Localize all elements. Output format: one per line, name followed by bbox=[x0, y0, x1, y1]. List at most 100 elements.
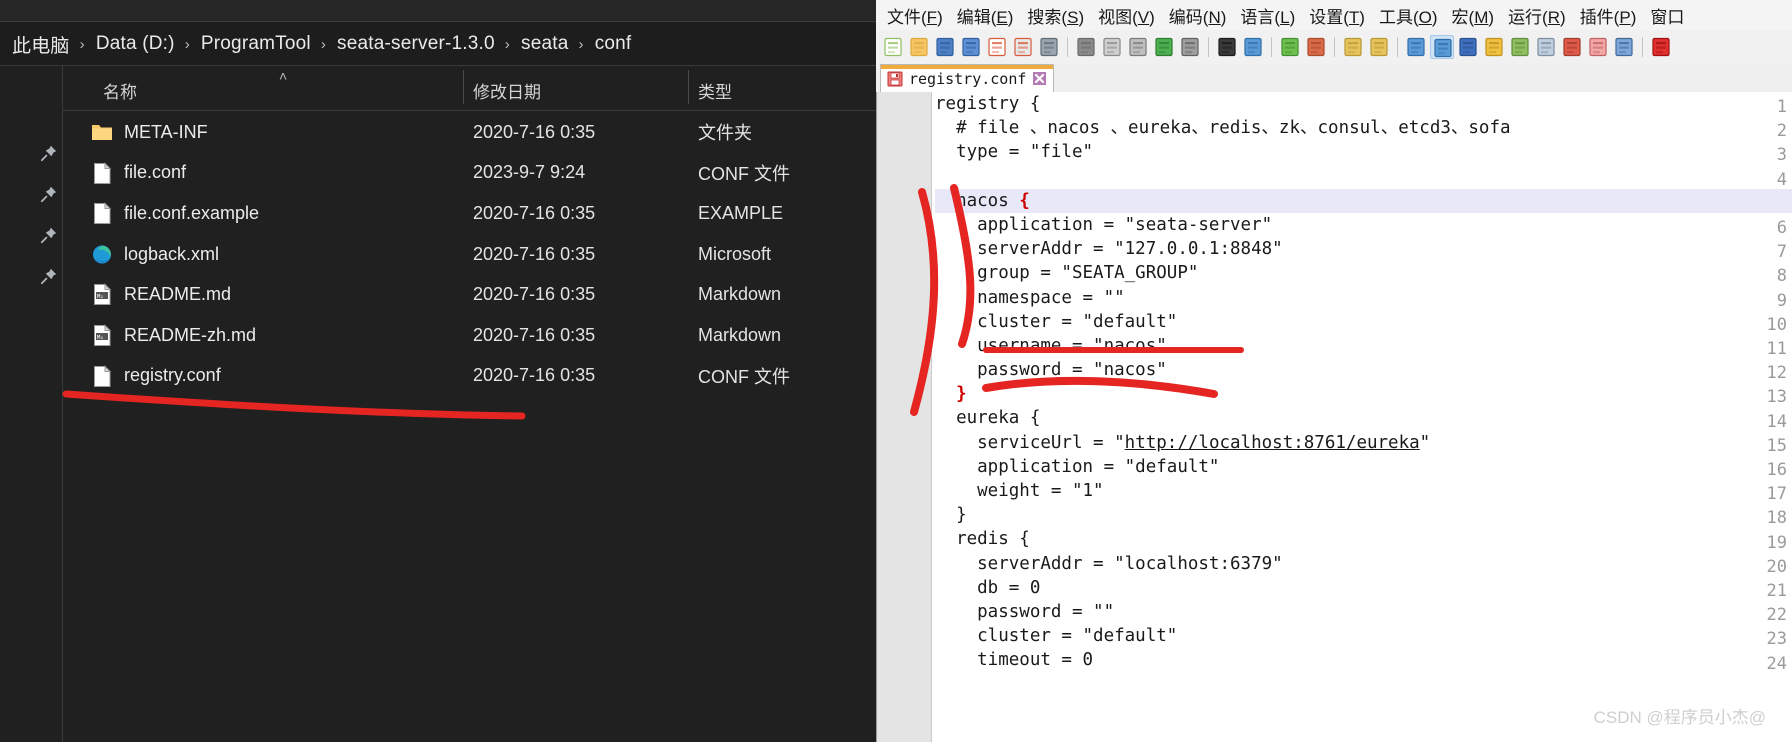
breadcrumb-item-0[interactable]: 此电脑 bbox=[8, 29, 74, 60]
column-header-name[interactable]: 名称 bbox=[103, 78, 137, 103]
pin-icon[interactable] bbox=[40, 267, 58, 285]
breadcrumb-item-3[interactable]: seata-server-1.3.0 bbox=[333, 31, 499, 57]
table-row[interactable]: registry.conf 2020-7-16 0:35 CONF 文件 bbox=[63, 356, 876, 397]
undo-icon[interactable] bbox=[1152, 35, 1176, 59]
menu-item-9[interactable]: 运行(R) bbox=[1501, 0, 1573, 31]
close-all-icon[interactable] bbox=[1011, 35, 1035, 59]
tab-registry-conf[interactable]: registry.conf bbox=[880, 64, 1055, 92]
pin-icon[interactable] bbox=[40, 144, 58, 162]
code-line[interactable]: type = "file" bbox=[935, 140, 1792, 164]
code-line[interactable]: registry { bbox=[935, 92, 1792, 116]
save-all-icon[interactable] bbox=[959, 35, 983, 59]
breadcrumb-item-4[interactable]: seata bbox=[517, 31, 572, 57]
code-line[interactable]: # file 、nacos 、eureka、redis、zk、consul、et… bbox=[935, 116, 1792, 140]
file-name[interactable]: README.md bbox=[124, 284, 231, 305]
code-line[interactable]: weight = "1" bbox=[935, 479, 1792, 503]
file-name[interactable]: registry.conf bbox=[124, 365, 221, 386]
monitor-icon[interactable] bbox=[1612, 35, 1636, 59]
code-line[interactable]: } bbox=[935, 503, 1792, 527]
menu-item-10[interactable]: 插件(P) bbox=[1573, 0, 1644, 31]
word-wrap-icon[interactable] bbox=[1404, 35, 1428, 59]
code-line[interactable]: password = "" bbox=[935, 600, 1792, 624]
code-line[interactable]: application = "seata-server" bbox=[935, 213, 1792, 237]
table-row[interactable]: file.conf.example 2020-7-16 0:35 EXAMPLE bbox=[63, 193, 876, 234]
pin-icon[interactable] bbox=[40, 226, 58, 244]
menu-bar[interactable]: 文件(F) 编辑(E) 搜索(S) 视图(V) 编码(N) 语言(L) 设置(T) 工具(O)… bbox=[876, 0, 1792, 30]
code-line[interactable]: db = 0 bbox=[935, 576, 1792, 600]
code-line[interactable]: password = "nacos" bbox=[935, 358, 1792, 382]
code-line[interactable]: username = "nacos" bbox=[935, 334, 1792, 358]
menu-item-11[interactable]: 窗口 bbox=[1643, 0, 1691, 31]
sync-vertical-icon[interactable] bbox=[1341, 35, 1365, 59]
table-row[interactable]: file.conf 2023-9-7 9:24 CONF 文件 bbox=[63, 153, 876, 194]
table-row[interactable]: META-INF 2020-7-16 0:35 文件夹 bbox=[63, 112, 876, 153]
code-line[interactable]: serverAddr = "localhost:6379" bbox=[935, 552, 1792, 576]
table-row[interactable]: logback.xml 2020-7-16 0:35 Microsoft bbox=[63, 234, 876, 275]
menu-item-3[interactable]: 视图(V) bbox=[1091, 0, 1162, 31]
file-name[interactable]: logback.xml bbox=[124, 244, 219, 265]
code-line[interactable] bbox=[935, 165, 1792, 189]
code-line[interactable]: namespace = "" bbox=[935, 286, 1792, 310]
file-name[interactable]: META-INF bbox=[124, 122, 208, 143]
paste-icon[interactable] bbox=[1126, 35, 1150, 59]
open-file-icon[interactable] bbox=[907, 35, 931, 59]
breadcrumb-item-2[interactable]: ProgramTool bbox=[197, 31, 315, 57]
save-icon[interactable] bbox=[933, 35, 957, 59]
breadcrumb[interactable]: 此电脑 › Data (D:) › ProgramTool › seata-server-1… bbox=[0, 29, 635, 60]
tab-bar[interactable]: registry.conf bbox=[876, 64, 1792, 93]
code-editor[interactable]: 123456789101112131415161718192021222324 … bbox=[876, 92, 1792, 742]
navigation-pane[interactable] bbox=[0, 66, 62, 742]
code-line[interactable]: redis { bbox=[935, 527, 1792, 551]
breadcrumb-item-1[interactable]: Data (D:) bbox=[92, 31, 179, 57]
document-map-icon[interactable] bbox=[1508, 35, 1532, 59]
table-row[interactable]: M↓ README.md 2020-7-16 0:35 Markdown bbox=[63, 274, 876, 315]
indent-guide-icon[interactable] bbox=[1456, 35, 1480, 59]
user-defined-language-icon[interactable] bbox=[1482, 35, 1506, 59]
column-divider-name-date[interactable] bbox=[463, 70, 464, 104]
file-name[interactable]: README-zh.md bbox=[124, 325, 256, 346]
menu-item-1[interactable]: 编辑(E) bbox=[950, 0, 1021, 31]
menu-item-5[interactable]: 语言(L) bbox=[1233, 0, 1302, 31]
code-text-area[interactable]: registry { # file 、nacos 、eureka、redis、z… bbox=[935, 92, 1792, 742]
pin-icon[interactable] bbox=[40, 185, 58, 203]
code-line[interactable]: } bbox=[935, 382, 1792, 406]
code-line[interactable]: eureka { bbox=[935, 406, 1792, 430]
sync-horizontal-icon[interactable] bbox=[1367, 35, 1391, 59]
record-macro-icon[interactable] bbox=[1649, 35, 1673, 59]
cut-icon[interactable] bbox=[1074, 35, 1098, 59]
url-link[interactable]: http://localhost:8761/eureka bbox=[1125, 433, 1420, 453]
column-header-date-modified[interactable]: 修改日期 bbox=[473, 78, 541, 103]
column-divider-date-type[interactable] bbox=[688, 70, 689, 104]
menu-item-6[interactable]: 设置(T) bbox=[1302, 0, 1372, 31]
code-line[interactable]: application = "default" bbox=[935, 455, 1792, 479]
show-all-chars-icon[interactable] bbox=[1430, 35, 1454, 59]
function-list-icon[interactable] bbox=[1560, 35, 1584, 59]
file-list[interactable]: META-INF 2020-7-16 0:35 文件夹 file.conf 2023-9… bbox=[63, 112, 876, 742]
breadcrumb-item-5[interactable]: conf bbox=[591, 31, 636, 57]
menu-item-0[interactable]: 文件(F) bbox=[880, 0, 950, 31]
code-line[interactable]: serverAddr = "127.0.0.1:8848" bbox=[935, 237, 1792, 261]
zoom-out-icon[interactable] bbox=[1304, 35, 1328, 59]
code-line[interactable]: serviceUrl = "http://localhost:8761/eure… bbox=[935, 431, 1792, 455]
menu-item-4[interactable]: 编码(N) bbox=[1162, 0, 1234, 31]
document-list-icon[interactable] bbox=[1534, 35, 1558, 59]
code-line[interactable]: cluster = "default" bbox=[935, 624, 1792, 648]
redo-icon[interactable] bbox=[1178, 35, 1202, 59]
file-name[interactable]: file.conf bbox=[124, 162, 186, 183]
menu-item-7[interactable]: 工具(O) bbox=[1372, 0, 1445, 31]
file-name[interactable]: file.conf.example bbox=[124, 203, 259, 224]
address-bar[interactable]: 此电脑 › Data (D:) › ProgramTool › seata-server-1… bbox=[0, 22, 876, 66]
column-header-type[interactable]: 类型 bbox=[698, 78, 732, 103]
zoom-in-icon[interactable] bbox=[1278, 35, 1302, 59]
table-row[interactable]: M↓ README-zh.md 2020-7-16 0:35 Markdown bbox=[63, 315, 876, 356]
folder-as-workspace-icon[interactable] bbox=[1586, 35, 1610, 59]
replace-icon[interactable] bbox=[1241, 35, 1265, 59]
column-header-row[interactable]: 名称 ˄ 修改日期 类型 bbox=[63, 66, 876, 111]
menu-item-2[interactable]: 搜索(S) bbox=[1020, 0, 1091, 31]
menu-item-8[interactable]: 宏(M) bbox=[1445, 0, 1502, 31]
code-line[interactable]: timeout = 0 bbox=[935, 648, 1792, 672]
code-line[interactable]: cluster = "default" bbox=[935, 310, 1792, 334]
copy-icon[interactable] bbox=[1100, 35, 1124, 59]
code-line[interactable]: nacos { bbox=[935, 188, 1792, 213]
print-icon[interactable] bbox=[1037, 35, 1061, 59]
